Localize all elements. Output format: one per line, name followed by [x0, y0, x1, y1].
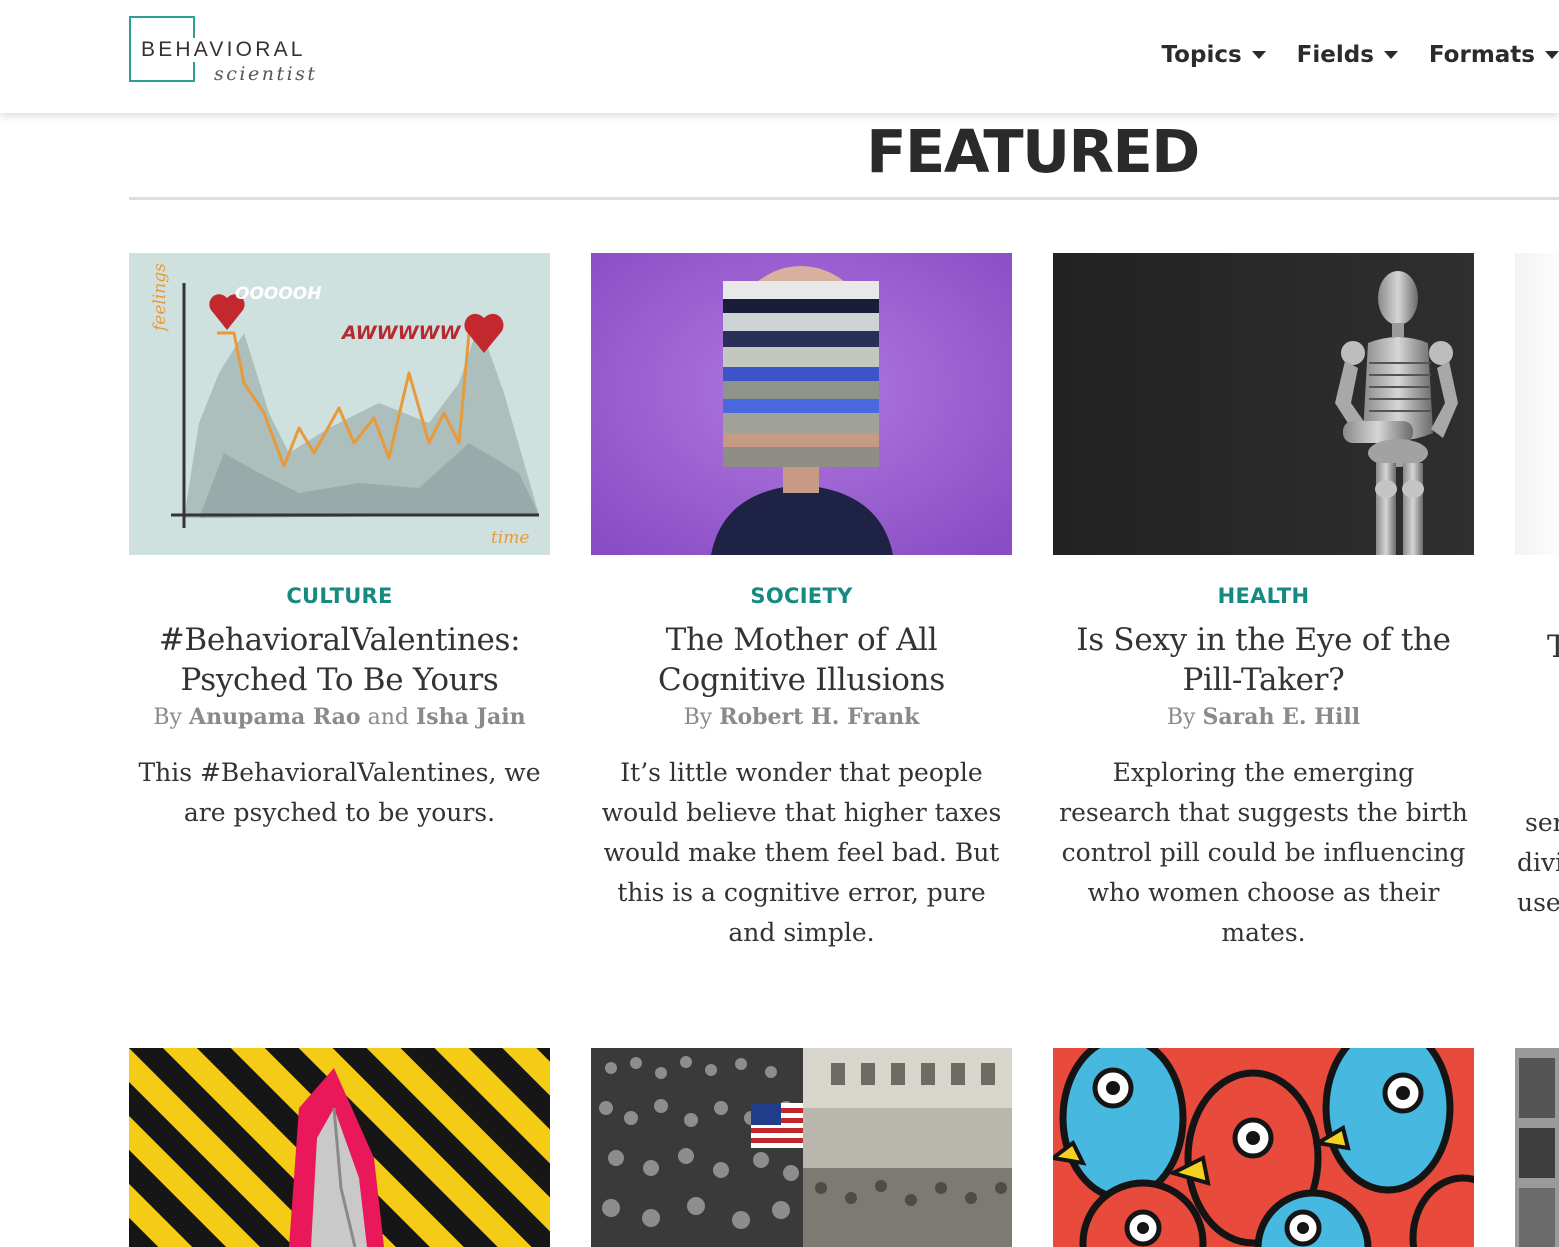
article-title-line: Cognitive Illusions	[658, 662, 945, 698]
article-image[interactable]	[591, 1048, 1012, 1247]
excerpt-line: It’s little wonder that people	[620, 758, 983, 787]
site-header: BEHAVIORAL scientist Topics Fields Forma…	[0, 0, 1559, 113]
article-image[interactable]	[129, 1048, 550, 1247]
logo-text-behavioral: BEHAVIORAL	[139, 38, 308, 62]
article-excerpt: This #BehavioralValentines, we are psych…	[129, 753, 550, 833]
caret-down-icon	[1251, 51, 1266, 59]
author-link[interactable]: Isha Jain	[416, 704, 526, 730]
excerpt-line: This #BehavioralValentines, we	[138, 758, 541, 787]
hazard-stripes-hand-image	[129, 1048, 550, 1247]
article-excerpt: Exploring the emerging research that sug…	[1053, 753, 1474, 953]
excerpt-line: Exploring the emerging	[1112, 758, 1415, 787]
article-category[interactable]: SOCIETY	[591, 583, 1012, 609]
article-image[interactable]	[1053, 1048, 1474, 1247]
partial-excerpt-fragment: ser	[1525, 808, 1559, 837]
nav-topics-label: Topics	[1161, 42, 1242, 68]
article-card: OOOOOH AWWWWW feelings time CULTURE #Beh…	[129, 253, 550, 833]
excerpt-line: would believe that higher taxes	[601, 798, 1002, 827]
site-logo[interactable]: BEHAVIORAL scientist	[129, 16, 349, 88]
chart-word-ooooooh: OOOOOH	[235, 284, 322, 304]
article-title-line: #BehavioralValentines:	[158, 622, 521, 658]
byline-prefix: By	[683, 705, 713, 730]
article-category[interactable]: HEALTH	[1053, 583, 1474, 609]
article-title[interactable]: The Mother of All Cognitive Illusions	[591, 620, 1012, 700]
excerpt-line: mates.	[1221, 918, 1306, 947]
letterpress-image	[1515, 1048, 1559, 1247]
partial-excerpt-fragment: use	[1517, 888, 1559, 917]
article-image[interactable]	[1515, 253, 1559, 555]
author-link[interactable]: Anupama Rao	[189, 704, 361, 730]
section-divider	[129, 197, 1559, 200]
article-title-line: Psyched To Be Yours	[180, 662, 499, 698]
article-title[interactable]: #BehavioralValentines: Psyched To Be You…	[129, 620, 550, 700]
section-title: FEATURED	[866, 117, 1200, 186]
logo-text-scientist: scientist	[214, 63, 318, 85]
article-image[interactable]	[1053, 253, 1474, 555]
article-excerpt: It’s little wonder that people would bel…	[591, 753, 1012, 953]
wooden-mannequin-photo	[1053, 253, 1474, 555]
author-link[interactable]: Robert H. Frank	[719, 704, 919, 730]
caret-down-icon	[1545, 51, 1559, 59]
money-face-photo	[591, 253, 1012, 555]
excerpt-line: research that suggests the birth	[1059, 798, 1468, 827]
nav-formats-label: Formats	[1428, 42, 1535, 68]
excerpt-line: this is a cognitive error, pure	[617, 878, 986, 907]
article-card: HEALTH Is Sexy in the Eye of the Pill-Ta…	[1053, 253, 1474, 953]
article-card-partial	[1515, 253, 1559, 555]
article-title-line: Is Sexy in the Eye of the	[1076, 622, 1451, 658]
byline-prefix: By	[153, 705, 182, 730]
author-link[interactable]: Sarah E. Hill	[1203, 704, 1361, 730]
valentines-chart-illustration: OOOOOH AWWWWW feelings time	[129, 253, 550, 555]
nav-fields[interactable]: Fields	[1297, 42, 1398, 68]
excerpt-line: are psyched to be yours.	[183, 798, 496, 827]
article-byline: By Robert H. Frank	[591, 702, 1012, 733]
byline-conjunction: and	[367, 705, 409, 730]
article-card: SOCIETY The Mother of All Cognitive Illu…	[591, 253, 1012, 953]
article-title[interactable]: Is Sexy in the Eye of the Pill-Taker?	[1053, 620, 1474, 700]
article-byline: By Sarah E. Hill	[1053, 702, 1474, 733]
caret-down-icon	[1383, 51, 1398, 59]
partial-title-fragment: T	[1547, 629, 1559, 665]
cartoon-birds-image	[1053, 1048, 1474, 1247]
article-byline: By Anupama Rao and Isha Jain	[129, 702, 550, 733]
main-nav: Topics Fields Formats	[1131, 42, 1559, 68]
article-image-partial[interactable]	[1515, 1048, 1559, 1247]
nav-topics[interactable]: Topics	[1162, 42, 1266, 68]
chart-word-feelings: feelings	[150, 263, 170, 333]
excerpt-line: and simple.	[728, 918, 875, 947]
byline-prefix: By	[1166, 705, 1196, 730]
chart-word-awwwww: AWWWWW	[340, 322, 461, 344]
article-image[interactable]: OOOOOH AWWWWW feelings time	[129, 253, 550, 555]
excerpt-line: who women choose as their	[1087, 878, 1440, 907]
excerpt-line: control pill could be influencing	[1061, 838, 1466, 867]
nav-fields-label: Fields	[1296, 42, 1374, 68]
article-title-line: The Mother of All	[665, 622, 938, 658]
article-title-line: Pill-Taker?	[1182, 662, 1345, 698]
article-image[interactable]	[591, 253, 1012, 555]
chart-word-time: time	[491, 528, 529, 548]
excerpt-line: would make them feel bad. But	[603, 838, 1000, 867]
partial-excerpt-fragment: divi	[1517, 848, 1559, 877]
nav-formats[interactable]: Formats	[1429, 42, 1559, 68]
article-category[interactable]: CULTURE	[129, 583, 550, 609]
protest-crowd-image	[591, 1048, 1012, 1247]
